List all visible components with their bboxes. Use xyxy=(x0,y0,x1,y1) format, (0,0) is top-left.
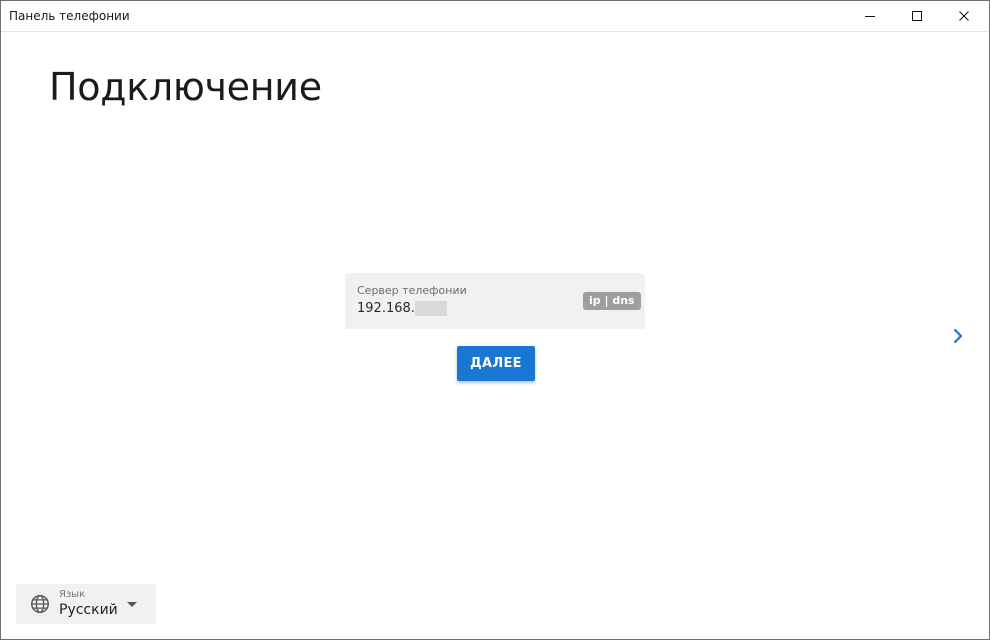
minimize-button[interactable] xyxy=(847,1,893,31)
maximize-icon xyxy=(912,11,922,21)
chevron-right-icon xyxy=(953,328,963,344)
globe-icon xyxy=(31,595,49,613)
next-page-arrow[interactable] xyxy=(947,325,969,347)
language-label: Язык xyxy=(59,589,86,600)
server-value: 192.168. xyxy=(357,300,415,316)
window-title: Панель телефонии xyxy=(9,9,130,23)
language-select[interactable]: Язык Русский xyxy=(16,584,156,624)
server-field[interactable]: Сервер телефонии 192.168. ip | dns xyxy=(345,273,645,329)
redacted-block xyxy=(414,300,447,316)
maximize-button[interactable] xyxy=(894,1,940,31)
page-title: Подключение xyxy=(49,65,322,109)
minimize-icon xyxy=(865,16,875,17)
close-icon xyxy=(959,11,969,21)
close-button[interactable] xyxy=(941,1,987,31)
server-input[interactable]: 192.168. xyxy=(357,300,447,316)
language-value: Русский xyxy=(59,602,118,618)
app-window: Панель телефонии Подключение Сервер теле… xyxy=(0,0,990,640)
address-type-badge: ip | dns xyxy=(583,292,641,310)
next-button[interactable]: ДАЛЕЕ xyxy=(457,346,535,381)
server-field-label: Сервер телефонии xyxy=(357,284,467,297)
title-bar: Панель телефонии xyxy=(1,1,989,32)
caret-down-icon xyxy=(127,602,137,607)
